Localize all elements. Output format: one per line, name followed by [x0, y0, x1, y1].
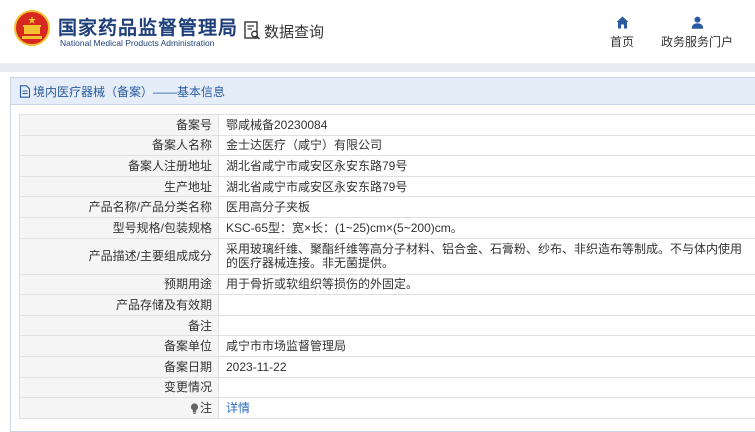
- table-row: 产品存储及有效期: [19, 294, 755, 316]
- field-value: [218, 314, 755, 337]
- field-label: 备案人注册地址: [19, 155, 219, 177]
- details-link[interactable]: 详情: [226, 401, 250, 415]
- org-name-cn: 国家药品监督管理局: [58, 18, 239, 39]
- table-row: 注 详情: [19, 397, 755, 419]
- table-row: 生产地址 湖北省咸宁市咸安区永安东路79号: [19, 175, 755, 198]
- note-label-cell: 注: [19, 397, 219, 419]
- table-row: 备案人名称 金士达医疗（咸宁）有限公司: [19, 134, 755, 157]
- field-label: 备案人名称: [19, 134, 219, 157]
- note-value-cell: 详情: [218, 397, 755, 419]
- table-row: 产品描述/主要组成成分 采用玻璃纤维、聚酯纤维等高分子材料、铝合金、石膏粉、纱布…: [19, 237, 755, 275]
- field-value: 咸宁市市场监督管理局: [218, 335, 755, 357]
- record-details-table: 备案号 鄂咸械备20230084 备案人名称 金士达医疗（咸宁）有限公司 备案人…: [19, 114, 755, 419]
- field-value: 2023-11-22: [218, 355, 755, 378]
- nav-home[interactable]: 首页: [606, 16, 638, 50]
- table-row: 预期用途 用于骨折或软组织等损伤的外固定。: [19, 273, 755, 296]
- field-value: 湖北省咸宁市咸安区永安东路79号: [218, 155, 755, 177]
- note-label: 注: [199, 400, 212, 415]
- field-label: 生产地址: [19, 175, 219, 198]
- table-row: 备案单位 咸宁市市场监督管理局: [19, 335, 755, 357]
- data-query-link[interactable]: 数据查询: [244, 20, 324, 42]
- table-row: 备案号 鄂咸械备20230084: [19, 114, 755, 136]
- header-divider: [0, 63, 755, 72]
- table-row: 产品名称/产品分类名称 医用高分子夹板: [19, 196, 755, 218]
- document-icon: [19, 84, 31, 98]
- nav-home-label: 首页: [609, 35, 634, 49]
- data-query-label: 数据查询: [264, 23, 325, 41]
- nav-service-portal-label: 政务服务门户: [660, 35, 733, 49]
- field-label: 变更情况: [19, 376, 219, 399]
- record-panel: 境内医疗器械（备案）——基本信息 备案号 鄂咸械备20230084 备案人名称 …: [10, 77, 755, 432]
- field-value: [218, 294, 755, 316]
- field-label: 产品名称/产品分类名称: [19, 196, 219, 218]
- field-value: 医用高分子夹板: [218, 196, 755, 218]
- field-value: 鄂咸械备20230084: [218, 114, 755, 136]
- lightbulb-icon: [190, 403, 199, 414]
- field-value: 金士达医疗（咸宁）有限公司: [218, 134, 755, 157]
- field-label: 备注: [19, 314, 219, 337]
- field-value: 用于骨折或软组织等损伤的外固定。: [218, 273, 755, 296]
- field-label: 备案号: [19, 114, 219, 136]
- home-icon: [616, 16, 628, 29]
- org-name-en: National Medical Products Administration: [60, 38, 215, 48]
- document-search-icon: [244, 21, 261, 40]
- field-value: KSC-65型：宽×长：(1~25)cm×(5~200)cm。: [218, 216, 755, 239]
- table-row: 备案日期 2023-11-22: [19, 355, 755, 378]
- field-label: 预期用途: [19, 273, 219, 296]
- field-label: 型号规格/包装规格: [19, 216, 219, 239]
- table-row: 变更情况: [19, 376, 755, 399]
- field-label: 产品存储及有效期: [19, 294, 219, 316]
- panel-title: 境内医疗器械（备案）——基本信息: [33, 84, 226, 99]
- nav-service-portal[interactable]: 政务服务门户: [657, 16, 737, 50]
- user-icon: [691, 16, 703, 29]
- table-row: 备案人注册地址 湖北省咸宁市咸安区永安东路79号: [19, 155, 755, 177]
- field-value: 湖北省咸宁市咸安区永安东路79号: [218, 175, 755, 198]
- table-row: 备注: [19, 314, 755, 337]
- field-label: 产品描述/主要组成成分: [19, 237, 219, 275]
- panel-header: 境内医疗器械（备案）——基本信息: [11, 78, 755, 105]
- national-emblem-logo: [14, 10, 50, 46]
- field-value: [218, 376, 755, 399]
- field-label: 备案单位: [19, 335, 219, 357]
- table-row: 型号规格/包装规格 KSC-65型：宽×长：(1~25)cm×(5~200)cm…: [19, 216, 755, 239]
- field-label: 备案日期: [19, 355, 219, 378]
- field-value: 采用玻璃纤维、聚酯纤维等高分子材料、铝合金、石膏粉、纱布、非织造布等制成。不与体…: [218, 237, 755, 275]
- site-header: 国家药品监督管理局 National Medical Products Admi…: [0, 0, 755, 62]
